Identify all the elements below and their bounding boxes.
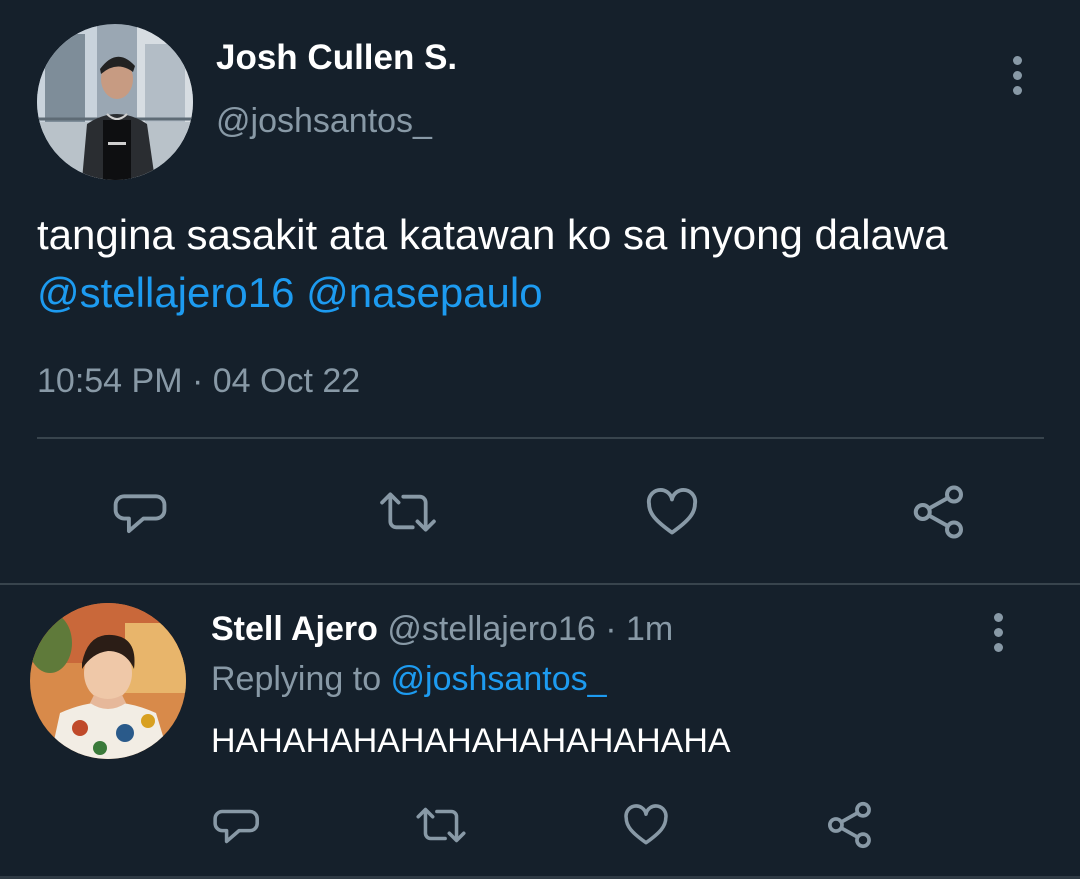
like-icon	[642, 483, 702, 546]
reply-header: Stell Ajero @stellajero16 · 1m	[211, 610, 673, 649]
author-handle[interactable]: @joshsantos_	[216, 102, 432, 141]
tweet-text: tangina sasakit ata katawan ko sa inyong…	[37, 206, 1047, 322]
retweet-button[interactable]	[373, 483, 443, 545]
mention-link[interactable]: @nasepaulo	[306, 269, 542, 316]
reply-author-handle-time[interactable]: @stellajero16 · 1m	[387, 610, 673, 648]
divider	[0, 583, 1080, 585]
replying-to-handle[interactable]: @joshsantos_	[391, 660, 607, 698]
reply-like-button[interactable]	[619, 800, 673, 854]
more-options-button[interactable]	[997, 45, 1037, 105]
more-dot	[1012, 70, 1022, 80]
author-avatar[interactable]	[37, 24, 193, 180]
reply-author-avatar[interactable]	[30, 603, 186, 759]
share-icon	[909, 482, 969, 547]
tweet-detail-screen: Josh Cullen S. @joshsantos_ tangina sasa…	[0, 0, 1080, 879]
more-dot	[993, 612, 1003, 622]
reply-icon	[212, 800, 262, 855]
reply-share-button[interactable]	[823, 800, 877, 854]
mention-link[interactable]: @stellajero16	[37, 269, 294, 316]
tweet-timestamp[interactable]: 10:54 PM · 04 Oct 22	[37, 362, 360, 401]
more-dot	[1012, 55, 1022, 65]
like-icon	[620, 800, 672, 855]
divider	[37, 437, 1044, 439]
reply-author-name[interactable]: Stell Ajero	[211, 610, 378, 648]
author-name[interactable]: Josh Cullen S.	[216, 38, 457, 78]
retweet-icon	[375, 483, 441, 546]
retweet-icon	[412, 800, 470, 855]
reply-reply-button[interactable]	[211, 800, 263, 854]
reply-text: HAHAHAHAHAHAHAHAHAHAHA	[211, 722, 731, 760]
reply-icon	[112, 483, 170, 546]
reply-retweet-button[interactable]	[411, 800, 471, 854]
share-icon	[824, 799, 876, 856]
tweet-text-body: tangina sasakit ata katawan ko sa inyong…	[37, 211, 948, 258]
replying-to-label: Replying to	[211, 660, 391, 698]
reply-button[interactable]	[110, 483, 172, 545]
replying-to-line: Replying to @joshsantos_	[211, 660, 607, 699]
more-dot	[1012, 85, 1022, 95]
like-button[interactable]	[640, 483, 704, 545]
share-button[interactable]	[908, 483, 970, 545]
reply-more-options-button[interactable]	[978, 602, 1018, 662]
more-dot	[993, 627, 1003, 637]
more-dot	[993, 642, 1003, 652]
